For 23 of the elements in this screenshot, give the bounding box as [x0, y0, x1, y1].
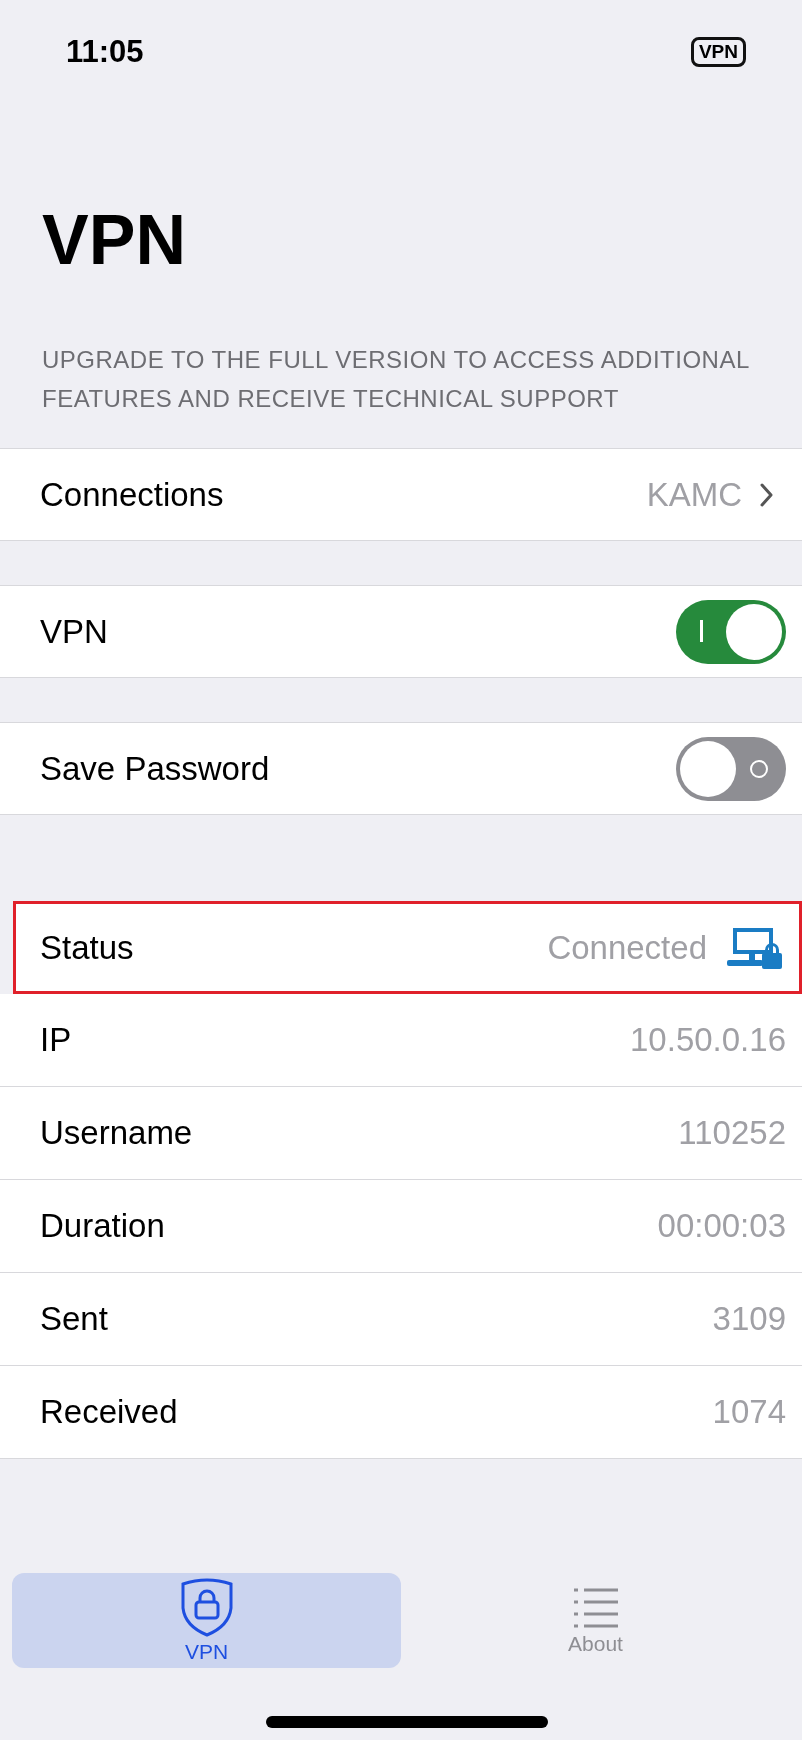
info-label: Username	[40, 1114, 193, 1152]
info-value: 110252	[678, 1114, 786, 1152]
info-label: IP	[40, 1021, 72, 1059]
connections-row[interactable]: Connections KAMC	[0, 448, 802, 541]
setting-label: Save Password	[40, 749, 270, 788]
info-value: Connected	[547, 928, 707, 967]
tab[interactable]: VPN	[12, 1573, 401, 1668]
chevron-icon	[760, 482, 774, 507]
info-label: Received	[40, 1393, 178, 1431]
info-label: Sent	[40, 1300, 108, 1338]
computer-lock-icon	[725, 925, 783, 970]
info-label: Status	[40, 928, 134, 967]
status-time: 11:05	[66, 34, 144, 70]
info-value: 1074	[712, 1393, 786, 1431]
page-title: VPN	[42, 200, 187, 280]
upgrade-notice: UPGRADE TO THE FULL VERSION TO ACCESS ADDITIONAL FEATURES AND RECEIVE TECHNICAL SUPPORT	[42, 345, 750, 414]
info-value: 3109	[712, 1300, 786, 1338]
info-label: Duration	[40, 1207, 165, 1245]
setting-label: VPN	[40, 612, 108, 651]
info-value: 10.50.0.16	[630, 1021, 786, 1059]
info-value: 00:00:03	[657, 1207, 786, 1245]
vpn-badge: VPN	[690, 37, 746, 67]
tab[interactable]: About	[401, 1573, 790, 1668]
